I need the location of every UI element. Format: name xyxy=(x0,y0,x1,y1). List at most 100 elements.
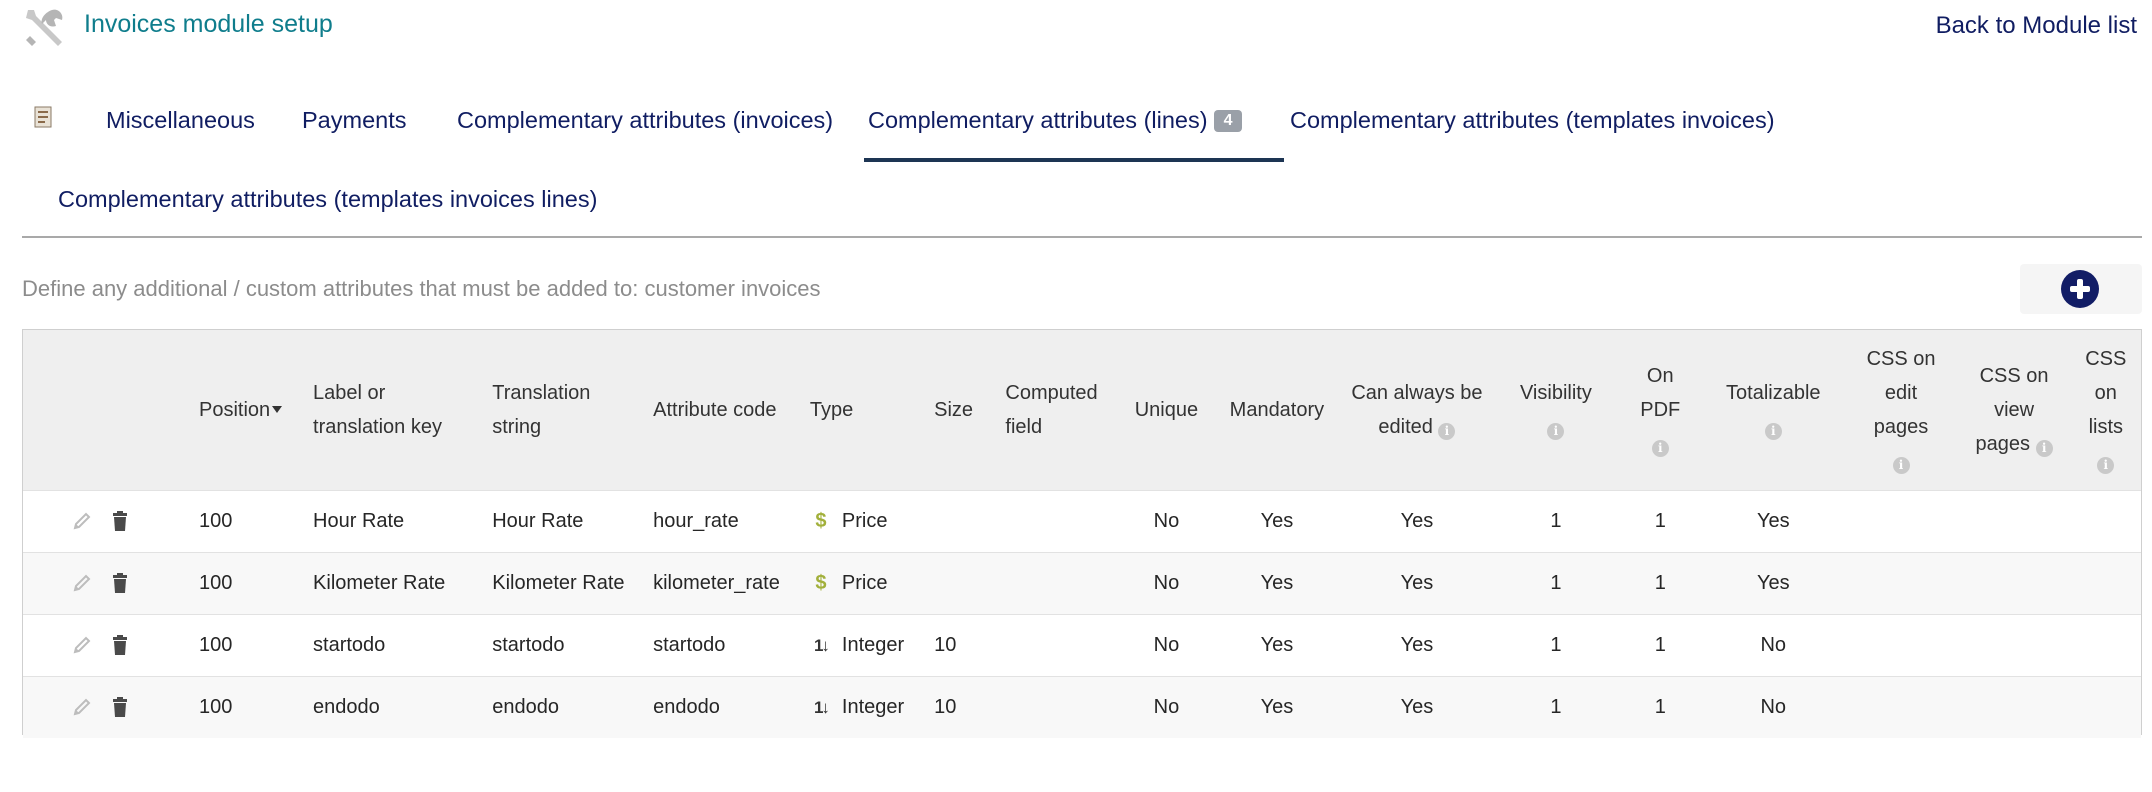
unique-cell: No xyxy=(1153,695,1180,718)
computed-field-header: Computed field xyxy=(1005,381,1098,438)
sort-numeric-icon: 1↓ xyxy=(813,697,830,717)
delete-trash-icon[interactable] xyxy=(109,634,131,656)
attribute-code-cell: hour_rate xyxy=(653,509,739,532)
table-header-row: Position Label or translation key Transla… xyxy=(23,330,2141,490)
dollar-icon: $ xyxy=(815,571,827,594)
translation-cell: startodo xyxy=(492,633,565,656)
size-cell: 10 xyxy=(934,695,957,718)
css-edit-cell xyxy=(1845,676,1958,738)
totalizable-header: Totalizable i xyxy=(1726,381,1821,440)
totalizable-cell: No xyxy=(1760,695,1787,718)
translation-cell: Hour Rate xyxy=(492,509,584,532)
always-editable-cell: Yes xyxy=(1400,695,1434,718)
translation-cell: endodo xyxy=(492,695,559,718)
css-lists-cell xyxy=(2071,490,2141,552)
row-actions xyxy=(23,552,191,614)
label-cell: endodo xyxy=(313,695,380,718)
unique-header: Unique xyxy=(1134,398,1199,421)
css-view-cell xyxy=(1958,676,2071,738)
label-cell: Hour Rate xyxy=(313,509,405,532)
always-editable-header: Can always be edited i xyxy=(1351,381,1483,440)
unique-cell: No xyxy=(1153,509,1180,532)
info-icon[interactable]: i xyxy=(1547,422,1565,440)
css-edit-cell xyxy=(1845,614,1958,676)
info-icon[interactable]: i xyxy=(2097,456,2115,474)
computed-field-cell xyxy=(997,490,1119,552)
page-header: Invoices module setup Back to Module lis… xyxy=(0,0,2152,60)
row-actions xyxy=(23,676,191,738)
css-view-cell xyxy=(1958,490,2071,552)
css-edit-pages-header: CSS on edit pages i xyxy=(1866,347,1936,474)
section-description: Define any additional / custom attribute… xyxy=(22,276,821,301)
edit-pencil-icon[interactable] xyxy=(71,696,93,718)
delete-trash-icon[interactable] xyxy=(109,572,131,594)
totalizable-cell: Yes xyxy=(1756,571,1790,594)
position-cell: 100 xyxy=(199,695,233,718)
visibility-cell: 1 xyxy=(1550,633,1562,656)
mandatory-cell: Yes xyxy=(1260,695,1294,718)
tab-complementary-attributes-templates-invoices[interactable]: Complementary attributes (templates invo… xyxy=(1290,107,1775,134)
label-cell: Kilometer Rate xyxy=(313,571,446,594)
edit-pencil-icon[interactable] xyxy=(71,634,93,656)
attribute-code-header: Attribute code xyxy=(653,398,777,421)
attribute-code-cell: kilometer_rate xyxy=(653,571,780,594)
css-lists-cell xyxy=(2071,614,2141,676)
visibility-cell: 1 xyxy=(1550,509,1562,532)
table-row: 100 startodo startodo startodo 1↓ Integer… xyxy=(23,614,2141,676)
add-attribute-button[interactable] xyxy=(2061,270,2099,308)
tab-complementary-attributes-templates-invoices-lines[interactable]: Complementary attributes (templates invo… xyxy=(58,186,597,213)
label-cell: startodo xyxy=(313,633,386,656)
info-icon[interactable]: i xyxy=(2035,439,2053,457)
tab-payments[interactable]: Payments xyxy=(302,107,407,134)
unique-cell: No xyxy=(1153,633,1180,656)
tab-complementary-attributes-lines[interactable]: Complementary attributes (lines) 4 xyxy=(868,107,1243,134)
on-pdf-cell: 1 xyxy=(1654,571,1666,594)
always-editable-cell: Yes xyxy=(1400,571,1434,594)
delete-trash-icon[interactable] xyxy=(109,696,131,718)
table-row: 100 Kilometer Rate Kilometer Rate kilome… xyxy=(23,552,2141,614)
row-actions xyxy=(23,614,191,676)
sort-down-icon[interactable] xyxy=(272,405,283,413)
actions-header xyxy=(23,330,191,490)
page-title: Invoices module setup xyxy=(84,10,333,38)
tools-icon xyxy=(26,9,63,46)
info-icon[interactable]: i xyxy=(1892,456,1910,474)
edit-pencil-icon[interactable] xyxy=(71,572,93,594)
tab-complementary-attributes-invoices[interactable]: Complementary attributes (invoices) xyxy=(457,107,833,134)
type-header: Type xyxy=(809,398,854,421)
attribute-code-cell: endodo xyxy=(653,695,720,718)
totalizable-cell: No xyxy=(1760,633,1787,656)
tab-miscellaneous[interactable]: Miscellaneous xyxy=(106,107,255,134)
active-tab-indicator xyxy=(864,158,1284,162)
mandatory-cell: Yes xyxy=(1260,509,1294,532)
totalizable-cell: Yes xyxy=(1756,509,1790,532)
css-lists-header: CSS on lists i xyxy=(2085,347,2127,474)
info-icon[interactable]: i xyxy=(1764,422,1782,440)
on-pdf-cell: 1 xyxy=(1654,633,1666,656)
table-row: 100 Hour Rate Hour Rate hour_rate $ Price… xyxy=(23,490,2141,552)
back-to-module-list-link[interactable]: Back to Module list xyxy=(1936,12,2137,40)
table-row: 100 endodo endodo endodo 1↓ Integer 10 No… xyxy=(23,676,2141,738)
position-header[interactable]: Position xyxy=(191,330,305,490)
type-cell: 1↓ Integer xyxy=(802,676,926,738)
info-icon[interactable]: i xyxy=(1438,422,1456,440)
tab-count-badge: 4 xyxy=(1213,110,1243,132)
delete-trash-icon[interactable] xyxy=(109,510,131,532)
add-toolbar xyxy=(2020,264,2142,314)
position-cell: 100 xyxy=(199,509,233,532)
info-icon[interactable]: i xyxy=(1651,439,1669,457)
css-view-pages-header: CSS on view pages i xyxy=(1958,330,2071,490)
visibility-cell: 1 xyxy=(1550,695,1562,718)
type-cell: 1↓ Integer xyxy=(802,614,926,676)
translation-header: Translation string xyxy=(492,381,591,438)
sort-numeric-icon: 1↓ xyxy=(813,635,830,655)
dollar-icon: $ xyxy=(815,509,827,532)
mandatory-cell: Yes xyxy=(1260,633,1294,656)
attributes-table: Position Label or translation key Transla… xyxy=(22,329,2142,738)
always-editable-cell: Yes xyxy=(1400,509,1434,532)
computed-field-cell xyxy=(997,614,1119,676)
type-cell: $ Price xyxy=(802,490,926,552)
edit-pencil-icon[interactable] xyxy=(71,510,93,532)
css-edit-cell xyxy=(1845,552,1958,614)
css-view-cell xyxy=(1958,614,2071,676)
